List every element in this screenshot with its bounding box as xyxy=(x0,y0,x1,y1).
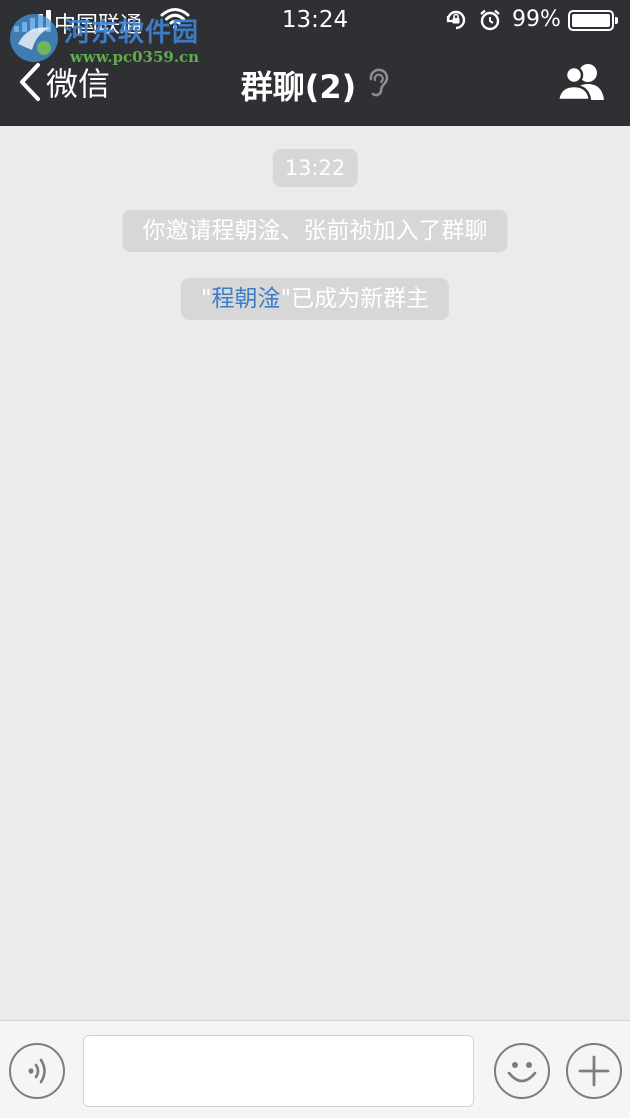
wechat-group-chat-screen: 中国联通 13:24 99% 河东软件园 www.pc0359.cn 微信 群聊… xyxy=(0,0,630,1118)
message-text-input[interactable] xyxy=(83,1035,474,1107)
quote-open: " xyxy=(200,286,212,312)
group-members-icon xyxy=(556,64,604,102)
emoji-button[interactable] xyxy=(494,1043,550,1099)
title-container: 群聊(2) xyxy=(0,62,630,108)
group-members-button[interactable] xyxy=(556,62,608,102)
navigation-bar: 微信 群聊(2) xyxy=(0,44,630,126)
message-timestamp: 13:22 xyxy=(272,149,358,187)
more-features-button[interactable] xyxy=(566,1043,622,1099)
system-message-new-owner: "程朝淦"已成为新群主 xyxy=(180,278,450,320)
voice-input-icon xyxy=(28,1058,46,1084)
chat-message-area[interactable]: 13:22 你邀请程朝淦、张前祯加入了群聊 "程朝淦"已成为新群主 xyxy=(0,126,630,1020)
chat-input-bar xyxy=(0,1020,630,1118)
ear-icon xyxy=(367,67,389,103)
alarm-clock-icon xyxy=(478,8,502,38)
top-bar: 中国联通 13:24 99% 河东软件园 www.pc0359.cn 微信 群聊… xyxy=(0,0,630,126)
system-message-invite: 你邀请程朝淦、张前祯加入了群聊 xyxy=(122,210,508,252)
rotation-lock-icon xyxy=(444,8,468,38)
quote-close: " xyxy=(280,286,292,312)
plus-icon xyxy=(578,1055,610,1087)
member-name-link[interactable]: 程朝淦 xyxy=(212,286,281,312)
voice-input-button[interactable] xyxy=(9,1043,65,1099)
battery-percent: 99% xyxy=(512,7,561,32)
emoji-icon xyxy=(507,1062,537,1083)
page-title: 群聊(2) xyxy=(240,68,357,106)
new-owner-suffix: 已成为新群主 xyxy=(291,286,430,312)
battery-icon xyxy=(568,10,618,31)
